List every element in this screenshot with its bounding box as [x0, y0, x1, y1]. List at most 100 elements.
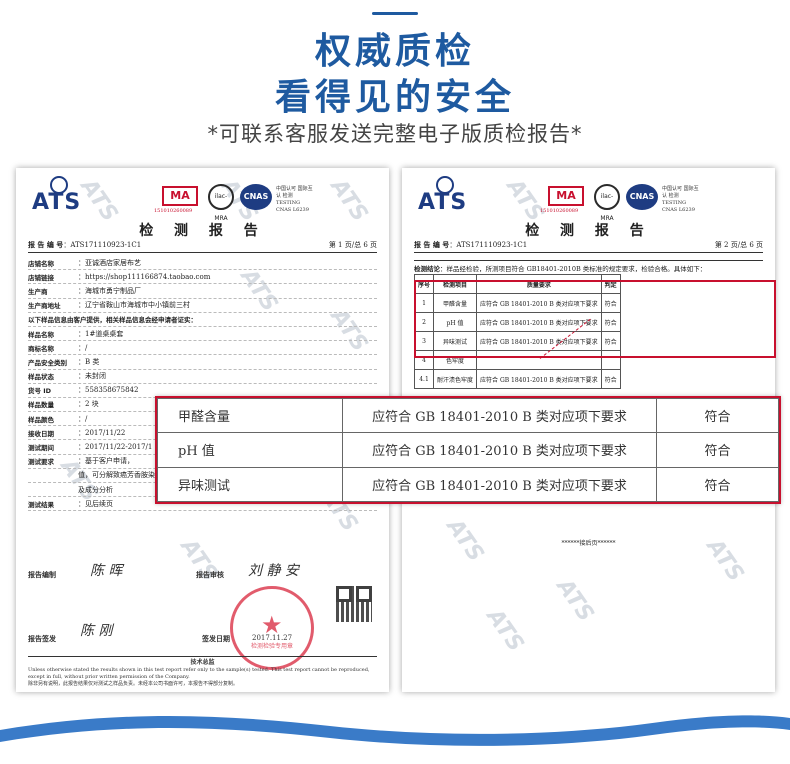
wave-decoration: [0, 713, 790, 764]
page-indicator: 第 1 页/总 6 页: [328, 241, 377, 249]
report-number: ATS171110923-1C1: [456, 241, 528, 249]
field-label: 店铺链接: [28, 273, 54, 282]
zoomed-requirement-cell: 应符合 GB 18401-2010 B 类对应项下要求: [342, 466, 657, 503]
certification-logos: ATS MA 151010260089 ilac-MRA CNAS 中国认可 国…: [418, 176, 758, 222]
signature-reviewer: 刘 静 安: [248, 563, 299, 579]
highlight-box: [414, 280, 776, 358]
field-value: ：辽宁省鞍山市海城市中小镇前三村: [78, 301, 190, 310]
field-row: 生产商 ：海城市勇宁制品厂: [28, 284, 377, 299]
zoomed-item-cell: pH 值: [157, 432, 343, 468]
cnas-caption: 中国认可 国际互认 检测 TESTING CNAS L6239: [662, 186, 699, 213]
ats-logo: ATS: [32, 176, 81, 215]
field-value: ：1#道桌桌套: [78, 329, 124, 338]
zoomed-item-cell: 甲醛含量: [157, 397, 343, 434]
field-value: ：558358675842: [78, 386, 139, 395]
report-title: 检 测 报 告: [525, 223, 652, 239]
stamp-text: 检测检验专用章: [250, 643, 293, 650]
zoomed-row: 异味测试 应符合 GB 18401-2010 B 类对应项下要求 符合: [157, 466, 779, 503]
field-row: 样品状态 ：未封闭: [28, 370, 377, 384]
field-label: 样品颜色: [28, 415, 54, 424]
field-label: 生产商: [28, 287, 48, 296]
zoomed-result-cell: 符合: [656, 397, 779, 434]
report-number-row: 报 告 编 号：ATS171110923-1C1 第 1 页/总 6 页: [28, 240, 377, 253]
field-label: 样品状态: [28, 373, 54, 382]
cnas-caption: 中国认可 国际互认 检测 TESTING CNAS L6239: [276, 186, 313, 213]
field-value: ：B 类: [78, 357, 100, 366]
report-number-row: 报 告 编 号：ATS171110923-1C1 第 2 页/总 6 页: [414, 240, 763, 253]
stamp-date: 2017.11.27: [252, 634, 293, 642]
ilac-logo: ilac-MRA: [208, 184, 234, 222]
report-number-label: 报 告 编 号: [28, 240, 64, 249]
zoomed-item-cell: 异味测试: [157, 466, 343, 503]
certification-logos: ATS MA 151010260089 ilac-MRA CNAS 中国认可 国…: [32, 176, 372, 222]
field-label: 测试期间: [28, 444, 54, 453]
page-subtitle: *可联系客服发送完整电子版质检报告*: [207, 122, 583, 146]
page-title-line2: 看得见的安全: [274, 77, 515, 118]
zoomed-row: 甲醛含量 应符合 GB 18401-2010 B 类对应项下要求 符合: [157, 397, 779, 434]
field-row: 以下样品信息由客户提供，相关样品信息会经申请者证实：: [28, 313, 377, 327]
conclusion-label: 检测结论: [414, 265, 440, 273]
field-label: 接收日期: [28, 429, 54, 438]
field-label: 商标名称: [28, 344, 54, 353]
ma-logo: MA: [548, 186, 584, 206]
field-row: 生产商地址 ：辽宁省鞍山市海城市中小镇前三村: [28, 299, 377, 313]
end-mark: ******接后页******: [561, 540, 616, 547]
field-row: 店铺名称 ：亚诚酒店家居布艺: [28, 256, 377, 271]
ma-number: 151010260089: [154, 208, 193, 214]
report-number: ATS171110923-1C1: [70, 241, 142, 249]
footer-title: 技术总监: [190, 659, 215, 666]
field-row: 样品名称 ：1#道桌桌套: [28, 327, 377, 342]
globe-icon: [50, 176, 68, 194]
table-cell: 符合: [600, 369, 621, 389]
zoomed-requirement-cell: 应符合 GB 18401-2010 B 类对应项下要求: [342, 397, 657, 434]
report-footer: 技术总监 Unless otherwise stated the results…: [28, 656, 377, 688]
field-label: 样品数量: [28, 401, 54, 410]
header-accent-line: [372, 12, 418, 15]
approver-label: 报告签发: [28, 635, 56, 643]
cnas-logo: CNAS: [626, 184, 658, 210]
test-conclusion: 检测结论：样品经检验，所测项目符合 GB18401-2010B 类标准的规定要求…: [414, 260, 763, 273]
field-row: 店铺链接 ：https://shop111166874.taobao.com: [28, 270, 377, 285]
zoomed-result-cell: 符合: [656, 432, 779, 468]
ats-logo: ATS: [418, 176, 467, 215]
watermark: ATS: [481, 604, 529, 657]
report-maker-label: 报告编制: [28, 571, 56, 579]
field-label: 以下样品信息由客户提供，相关样品信息会经申请者证实：: [28, 316, 197, 325]
field-value: ：/: [78, 343, 88, 352]
cnas-logo: CNAS: [240, 184, 272, 210]
table-cell: 耐汗渍色牢度: [433, 369, 478, 389]
ma-number: 151010260089: [540, 208, 579, 214]
report-number-label: 报 告 编 号: [414, 240, 450, 249]
watermark: ATS: [551, 574, 599, 627]
ma-logo: MA: [162, 186, 198, 206]
field-label: 店铺名称: [28, 259, 54, 268]
field-label: 测试要求: [28, 458, 54, 467]
ilac-logo: ilac-MRA: [594, 184, 620, 222]
field-value: ：https://shop111166874.taobao.com: [78, 272, 211, 281]
field-row: 商标名称 ：/: [28, 341, 377, 356]
zoomed-requirement-cell: 应符合 GB 18401-2010 B 类对应项下要求: [342, 432, 657, 468]
field-label: 产品安全类别: [28, 358, 67, 367]
conclusion-text: 样品经检验，所测项目符合 GB18401-2010B 类标准的规定要求，检验合格…: [446, 265, 707, 273]
page-indicator: 第 2 页/总 6 页: [714, 241, 763, 249]
zoomed-result-cell: 符合: [656, 466, 779, 503]
page-title: 权威质检: [314, 31, 475, 72]
zoomed-results-table: 甲醛含量 应符合 GB 18401-2010 B 类对应项下要求 符合 pH 值应符合…: [157, 397, 779, 503]
footer-disclaimer-cn: 除非另有说明，此报告结果仅对测试之样品负责。未经本公司书面许可，本报告不得部分复…: [28, 681, 239, 687]
field-label: 样品名称: [28, 330, 54, 339]
field-value: ：海城市勇宁制品厂: [78, 286, 141, 295]
report-title: 检 测 报 告: [139, 223, 266, 239]
table-cell: 应符合 GB 18401-2010 B 类对应项下要求: [476, 369, 602, 389]
zoomed-results: 甲醛含量 应符合 GB 18401-2010 B 类对应项下要求 符合 pH 值应符合…: [155, 396, 781, 504]
signature-maker: 陈 晖: [90, 563, 123, 579]
field-value: ：亚诚酒店家居布艺: [78, 258, 141, 267]
table-row: 4.1 耐汗渍色牢度 应符合 GB 18401-2010 B 类对应项下要求 符合: [413, 369, 621, 389]
qr-code-icon: [336, 586, 372, 622]
issue-date-label: 签发日期: [202, 635, 230, 643]
table-cell: 4.1: [413, 369, 435, 389]
zoomed-row: pH 值应符合 GB 18401-2010 B 类对应项下要求 符合: [157, 432, 779, 468]
footer-disclaimer-en: Unless otherwise stated the results show…: [28, 667, 370, 680]
field-label: 货号 ID: [28, 387, 52, 396]
field-label: 测试结果: [28, 500, 54, 509]
field-label: 生产商地址: [28, 302, 61, 311]
